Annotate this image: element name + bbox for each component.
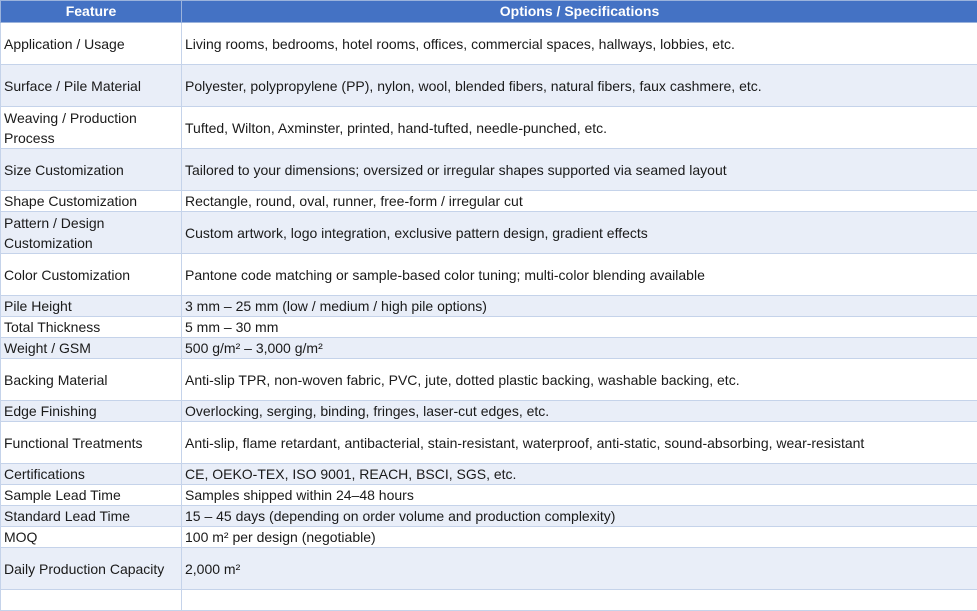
value-cell: Samples shipped within 24–48 hours — [181, 484, 977, 506]
feature-cell — [0, 589, 182, 611]
feature-cell: Shape Customization — [0, 190, 182, 212]
column-header-specifications: Options / Specifications — [181, 0, 977, 23]
table-row-empty — [0, 589, 977, 611]
value-cell: Tailored to your dimensions; oversized o… — [181, 148, 977, 191]
table-row: Certifications CE, OEKO-TEX, ISO 9001, R… — [0, 463, 977, 485]
table-row: Weaving / Production Process Tufted, Wil… — [0, 106, 977, 149]
feature-cell: Weight / GSM — [0, 337, 182, 359]
feature-cell: Surface / Pile Material — [0, 64, 182, 107]
feature-cell: Functional Treatments — [0, 421, 182, 464]
table-row: Surface / Pile Material Polyester, polyp… — [0, 64, 977, 107]
table-row: Size Customization Tailored to your dime… — [0, 148, 977, 191]
column-header-feature: Feature — [0, 0, 182, 23]
feature-cell: Pattern / Design Customization — [0, 211, 182, 254]
table-row: Daily Production Capacity 2,000 m² — [0, 547, 977, 590]
table-row: Sample Lead Time Samples shipped within … — [0, 484, 977, 506]
table-row: Weight / GSM 500 g/m² – 3,000 g/m² — [0, 337, 977, 359]
feature-cell: Pile Height — [0, 295, 182, 317]
spec-table: Feature Options / Specifications Applica… — [0, 0, 977, 611]
value-cell: 5 mm – 30 mm — [181, 316, 977, 338]
table-row: Total Thickness 5 mm – 30 mm — [0, 316, 977, 338]
table-row: Shape Customization Rectangle, round, ov… — [0, 190, 977, 212]
value-cell: Living rooms, bedrooms, hotel rooms, off… — [181, 22, 977, 65]
feature-cell: Edge Finishing — [0, 400, 182, 422]
value-cell: 500 g/m² – 3,000 g/m² — [181, 337, 977, 359]
feature-cell: MOQ — [0, 526, 182, 548]
value-cell: Rectangle, round, oval, runner, free-for… — [181, 190, 977, 212]
value-cell: 15 – 45 days (depending on order volume … — [181, 505, 977, 527]
value-cell: Anti-slip TPR, non-woven fabric, PVC, ju… — [181, 358, 977, 401]
feature-cell: Backing Material — [0, 358, 182, 401]
value-cell: 3 mm – 25 mm (low / medium / high pile o… — [181, 295, 977, 317]
value-cell: CE, OEKO-TEX, ISO 9001, REACH, BSCI, SGS… — [181, 463, 977, 485]
table-row: Backing Material Anti-slip TPR, non-wove… — [0, 358, 977, 401]
table-row: Color Customization Pantone code matchin… — [0, 253, 977, 296]
value-cell — [181, 589, 977, 611]
value-cell: 100 m² per design (negotiable) — [181, 526, 977, 548]
table-row: Functional Treatments Anti-slip, flame r… — [0, 421, 977, 464]
header-row: Feature Options / Specifications — [0, 0, 977, 23]
feature-cell: Daily Production Capacity — [0, 547, 182, 590]
table-row: Pile Height 3 mm – 25 mm (low / medium /… — [0, 295, 977, 317]
value-cell: 2,000 m² — [181, 547, 977, 590]
table-row: Standard Lead Time 15 – 45 days (dependi… — [0, 505, 977, 527]
feature-cell: Color Customization — [0, 253, 182, 296]
value-cell: Overlocking, serging, binding, fringes, … — [181, 400, 977, 422]
feature-cell: Weaving / Production Process — [0, 106, 182, 149]
table-row: Pattern / Design Customization Custom ar… — [0, 211, 977, 254]
feature-cell: Standard Lead Time — [0, 505, 182, 527]
value-cell: Anti-slip, flame retardant, antibacteria… — [181, 421, 977, 464]
table-row: Edge Finishing Overlocking, serging, bin… — [0, 400, 977, 422]
value-cell: Pantone code matching or sample-based co… — [181, 253, 977, 296]
value-cell: Custom artwork, logo integration, exclus… — [181, 211, 977, 254]
feature-cell: Certifications — [0, 463, 182, 485]
feature-cell: Size Customization — [0, 148, 182, 191]
table-row: MOQ 100 m² per design (negotiable) — [0, 526, 977, 548]
value-cell: Polyester, polypropylene (PP), nylon, wo… — [181, 64, 977, 107]
table-row: Application / Usage Living rooms, bedroo… — [0, 22, 977, 65]
feature-cell: Sample Lead Time — [0, 484, 182, 506]
feature-cell: Total Thickness — [0, 316, 182, 338]
value-cell: Tufted, Wilton, Axminster, printed, hand… — [181, 106, 977, 149]
feature-cell: Application / Usage — [0, 22, 182, 65]
